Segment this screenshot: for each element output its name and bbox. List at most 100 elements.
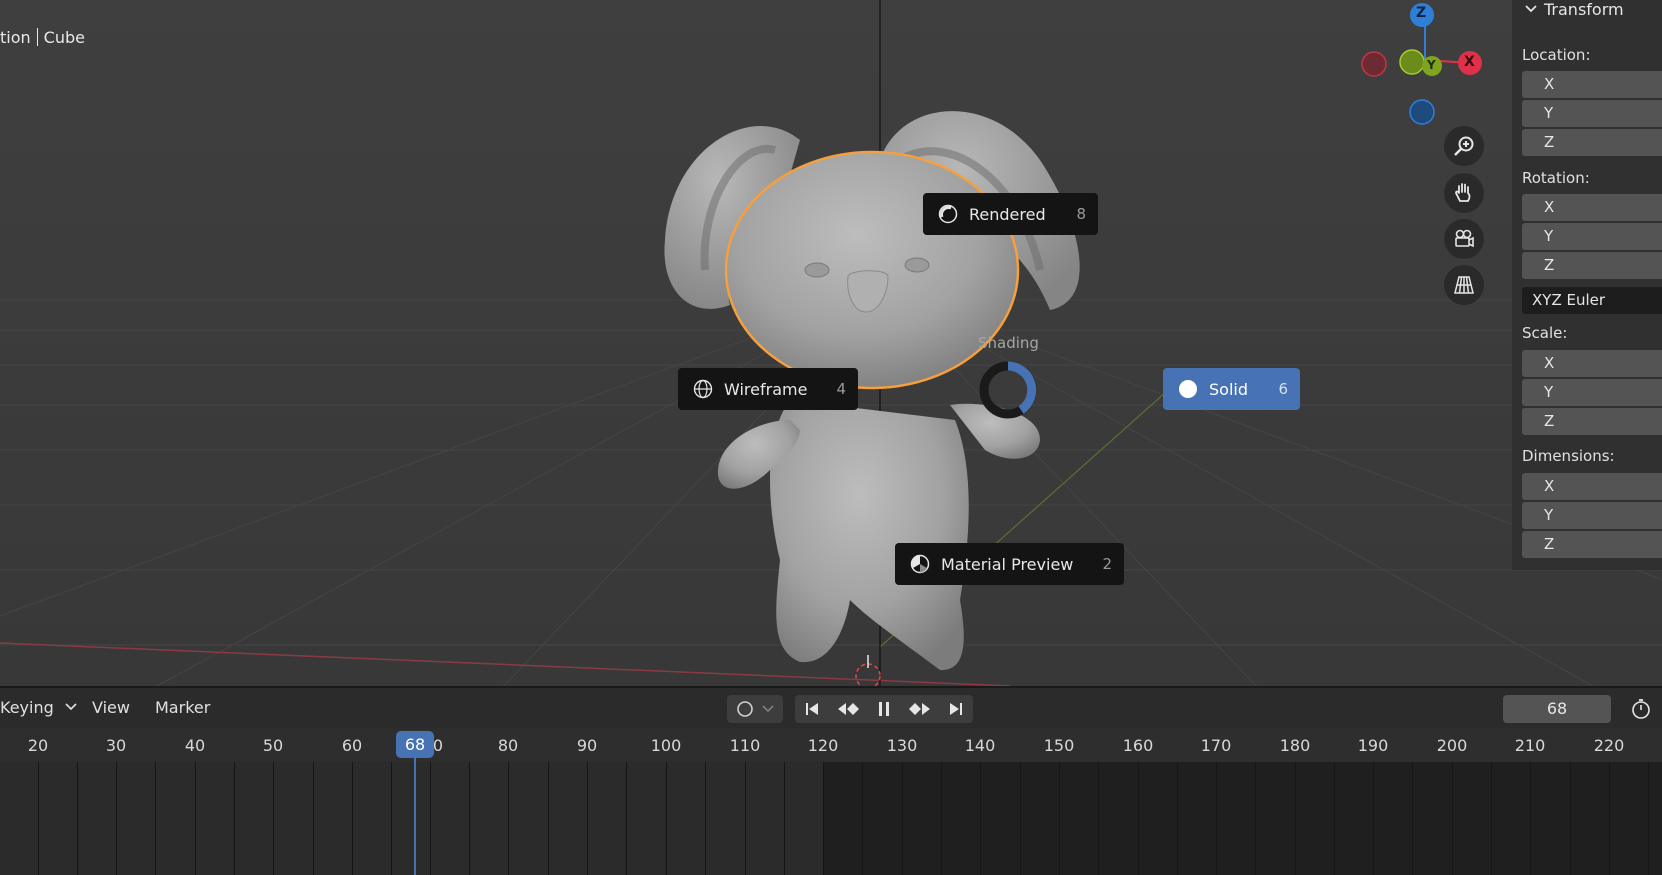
location-label: Location: — [1522, 46, 1591, 64]
jump-end-icon[interactable] — [947, 700, 965, 718]
object-name-overlay: tion Cube — [0, 28, 85, 47]
3d-cursor — [855, 655, 881, 686]
transform-title: Transform — [1544, 0, 1624, 19]
record-icon — [737, 701, 753, 717]
ruler-tick: 100 — [650, 736, 682, 755]
transform-header[interactable]: Transform — [1524, 0, 1624, 19]
pie-item-hotkey: 2 — [1102, 555, 1112, 573]
ruler-tick: 50 — [262, 736, 284, 755]
material-preview-icon — [909, 553, 931, 575]
playback-timer-button[interactable] — [1619, 695, 1662, 723]
view-menu[interactable]: View — [92, 698, 130, 717]
dimensions-x-field[interactable]: X — [1522, 473, 1662, 500]
pie-item-material-preview[interactable]: Material Preview 2 — [895, 543, 1124, 585]
next-keyframe-icon[interactable] — [908, 700, 932, 718]
ruler-tick: 170 — [1200, 736, 1232, 755]
ruler-tick: 30 — [105, 736, 127, 755]
sidebar-transform-panel: Transform Location: X Y Z Rotation: X Y … — [1512, 0, 1662, 570]
keying-menu[interactable]: Keying — [0, 698, 77, 717]
zoom-icon — [1454, 136, 1474, 156]
ruler-tick: 150 — [1043, 736, 1075, 755]
dimensions-y-field[interactable]: Y — [1522, 502, 1662, 529]
ruler-tick: 190 — [1357, 736, 1389, 755]
pie-item-rendered[interactable]: Rendered 8 — [923, 193, 1098, 235]
ruler-tick: 110 — [729, 736, 761, 755]
wireframe-icon — [692, 378, 714, 400]
dimensions-label: Dimensions: — [1522, 447, 1615, 465]
perspective-grid-icon — [1454, 276, 1474, 294]
ruler-tick: 180 — [1279, 736, 1311, 755]
scale-x-field[interactable]: X — [1522, 350, 1662, 377]
gizmo-z-label[interactable]: Z — [1416, 5, 1426, 21]
ruler-tick: 210 — [1514, 736, 1546, 755]
pie-item-label: Solid — [1209, 379, 1248, 399]
x-axis-line — [0, 642, 1011, 686]
marker-menu[interactable]: Marker — [155, 698, 210, 717]
stopwatch-icon — [1631, 699, 1650, 719]
ruler-tick: 90 — [576, 736, 598, 755]
ruler-tick: 60 — [341, 736, 363, 755]
ruler-tick: 200 — [1436, 736, 1468, 755]
ruler-tick: 0 — [432, 736, 444, 755]
scale-z-field[interactable]: Z — [1522, 408, 1662, 435]
pie-item-hotkey: 4 — [836, 380, 846, 398]
frame-range-highlight — [0, 762, 824, 875]
playhead-frame-badge[interactable]: 68 — [396, 731, 434, 758]
ruler-tick: 20 — [27, 736, 49, 755]
playback-controls — [795, 695, 973, 723]
zoom-tool-button[interactable] — [1444, 126, 1484, 166]
camera-view-button[interactable] — [1444, 219, 1484, 259]
3d-viewport[interactable]: tion Cube Z X Y Shading Rendered 8 Wirefr… — [0, 0, 1662, 686]
ruler-tick: 140 — [964, 736, 996, 755]
solid-icon — [1177, 378, 1199, 400]
pan-hand-icon — [1455, 183, 1471, 202]
pan-tool-button[interactable] — [1444, 173, 1484, 213]
rotation-y-field[interactable]: Y — [1522, 223, 1662, 250]
pie-item-hotkey: 6 — [1278, 380, 1288, 398]
pie-item-wireframe[interactable]: Wireframe 4 — [678, 368, 858, 410]
object-mode-text: tion — [0, 28, 31, 47]
pie-item-label: Material Preview — [941, 554, 1074, 574]
rendered-icon — [937, 203, 959, 225]
ruler-tick: 40 — [184, 736, 206, 755]
location-y-field[interactable]: Y — [1522, 100, 1662, 127]
pause-icon[interactable] — [875, 700, 893, 718]
pie-item-label: Wireframe — [724, 379, 808, 399]
location-z-field[interactable]: Z — [1522, 129, 1662, 156]
ruler-tick: 220 — [1593, 736, 1625, 755]
rotation-label: Rotation: — [1522, 169, 1590, 187]
ruler-tick: 160 — [1122, 736, 1154, 755]
scale-y-field[interactable]: Y — [1522, 379, 1662, 406]
dimensions-z-field[interactable]: Z — [1522, 531, 1662, 558]
playhead-line[interactable] — [414, 755, 416, 875]
rotation-x-field[interactable]: X — [1522, 194, 1662, 221]
pie-item-solid[interactable]: Solid 6 — [1163, 368, 1300, 410]
ruler-tick: 130 — [886, 736, 918, 755]
pie-item-hotkey: 8 — [1076, 205, 1086, 223]
scale-label: Scale: — [1522, 324, 1568, 342]
location-x-field[interactable]: X — [1522, 71, 1662, 98]
ruler-tick: 80 — [497, 736, 519, 755]
prev-keyframe-icon[interactable] — [836, 700, 860, 718]
chevron-down-icon — [762, 705, 774, 712]
chevron-down-icon — [1525, 5, 1537, 13]
current-frame-field[interactable]: 68 — [1503, 695, 1611, 723]
frame-ruler[interactable]: 20 30 40 50 60 0 80 90 100 110 120 130 1… — [0, 728, 1662, 762]
gizmo-y-label[interactable]: Y — [1427, 58, 1436, 72]
pie-center-indicator — [979, 361, 1037, 419]
rotation-mode-dropdown[interactable]: XYZ Euler — [1522, 287, 1662, 314]
camera-icon — [1455, 229, 1474, 248]
viewport-scene — [0, 0, 1662, 686]
keying-menu-label: Keying — [0, 698, 54, 717]
chevron-down-icon — [65, 703, 77, 711]
object-name-text: Cube — [43, 28, 85, 47]
ruler-tick: 120 — [807, 736, 839, 755]
pie-item-label: Rendered — [969, 204, 1046, 224]
perspective-toggle-button[interactable] — [1444, 265, 1484, 305]
timeline-header: Keying View Marker 68 — [0, 686, 1662, 728]
auto-keying-toggle[interactable] — [727, 695, 783, 723]
gizmo-x-label[interactable]: X — [1464, 54, 1475, 70]
timeline-track-area[interactable] — [0, 762, 1662, 875]
jump-start-icon[interactable] — [803, 700, 821, 718]
rotation-z-field[interactable]: Z — [1522, 252, 1662, 279]
